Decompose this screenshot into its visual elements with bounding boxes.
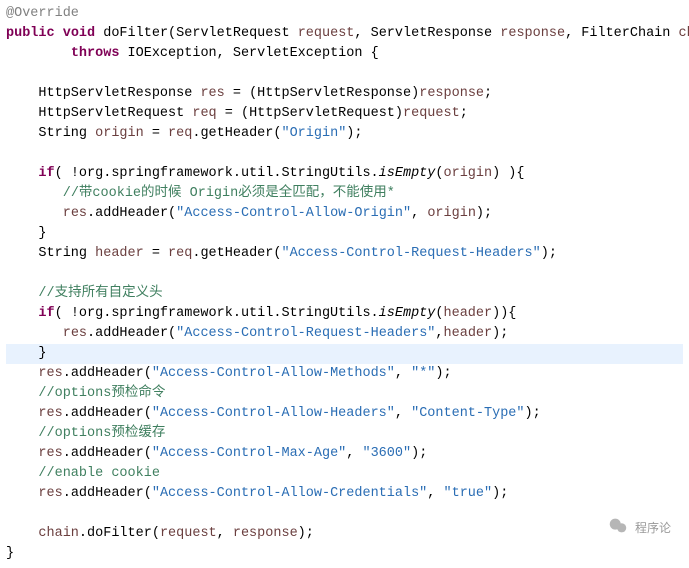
- var: res: [38, 366, 62, 381]
- call: .addHeader(: [63, 486, 152, 501]
- wechat-icon: [607, 515, 629, 540]
- var: res: [38, 486, 62, 501]
- var: request: [160, 526, 217, 541]
- var: res: [63, 206, 87, 221]
- var: request: [403, 106, 460, 121]
- kw-void: void: [63, 26, 95, 41]
- code-block: @Override public void doFilter(ServletRe…: [0, 0, 689, 568]
- exception: ServletException: [233, 46, 363, 61]
- var: res: [38, 446, 62, 461]
- type: ServletRequest: [176, 26, 289, 41]
- comment: //带cookie的时候 Origin必须是全匹配，不能使用*: [63, 186, 395, 201]
- type: HttpServletRequest: [38, 106, 184, 121]
- method-italic: isEmpty: [379, 166, 436, 181]
- watermark: 程序论: [607, 515, 671, 540]
- exception: IOException: [128, 46, 217, 61]
- type: String: [38, 126, 87, 141]
- watermark-text: 程序论: [635, 519, 671, 536]
- method-italic: isEmpty: [379, 306, 436, 321]
- var: origin: [444, 166, 493, 181]
- comment: //options预检命令: [38, 386, 165, 401]
- call: .addHeader(: [87, 206, 176, 221]
- cast: (HttpServletRequest): [241, 106, 403, 121]
- var: origin: [95, 126, 144, 141]
- type: HttpServletResponse: [38, 86, 192, 101]
- type: String: [38, 246, 87, 261]
- var: req: [168, 246, 192, 261]
- comment: //支持所有自定义头: [38, 286, 162, 301]
- type: FilterChain: [581, 26, 670, 41]
- param: chain: [679, 26, 689, 41]
- comment: //options预检缓存: [38, 426, 165, 441]
- var: res: [38, 406, 62, 421]
- qualifier: !org.springframework.util.StringUtils.: [71, 166, 379, 181]
- kw-if: if: [38, 306, 54, 321]
- param: request: [298, 26, 355, 41]
- kw-public: public: [6, 26, 55, 41]
- string: "Access-Control-Allow-Credentials": [152, 486, 427, 501]
- method-name: doFilter: [103, 26, 168, 41]
- string: "Access-Control-Allow-Origin": [176, 206, 411, 221]
- var: req: [168, 126, 192, 141]
- qualifier: !org.springframework.util.StringUtils.: [71, 306, 379, 321]
- string: "Access-Control-Request-Headers": [281, 246, 540, 261]
- highlighted-line: }: [6, 344, 683, 364]
- cast: (HttpServletResponse): [249, 86, 419, 101]
- param: response: [500, 26, 565, 41]
- var: header: [444, 326, 493, 341]
- string: "Access-Control-Allow-Methods": [152, 366, 395, 381]
- var: chain: [38, 526, 79, 541]
- kw-throws: throws: [71, 46, 120, 61]
- string: "*": [411, 366, 435, 381]
- type: ServletResponse: [371, 26, 493, 41]
- annotation: @Override: [6, 6, 79, 21]
- var: res: [200, 86, 224, 101]
- call: .addHeader(: [63, 406, 152, 421]
- call: .addHeader(: [63, 446, 152, 461]
- comment: //enable cookie: [38, 466, 160, 481]
- var: header: [444, 306, 493, 321]
- string: "Content-Type": [411, 406, 524, 421]
- var: response: [233, 526, 298, 541]
- call: .addHeader(: [87, 326, 176, 341]
- var: req: [192, 106, 216, 121]
- var: response: [419, 86, 484, 101]
- string: "3600": [362, 446, 411, 461]
- string: "Origin": [281, 126, 346, 141]
- kw-if: if: [38, 166, 54, 181]
- call: .doFilter(: [79, 526, 160, 541]
- string: "Access-Control-Request-Headers": [176, 326, 435, 341]
- string: "Access-Control-Allow-Headers": [152, 406, 395, 421]
- string: "true": [444, 486, 493, 501]
- call: .getHeader(: [192, 126, 281, 141]
- var: origin: [427, 206, 476, 221]
- var: res: [63, 326, 87, 341]
- var: header: [95, 246, 144, 261]
- call: .addHeader(: [63, 366, 152, 381]
- string: "Access-Control-Max-Age": [152, 446, 346, 461]
- call: .getHeader(: [192, 246, 281, 261]
